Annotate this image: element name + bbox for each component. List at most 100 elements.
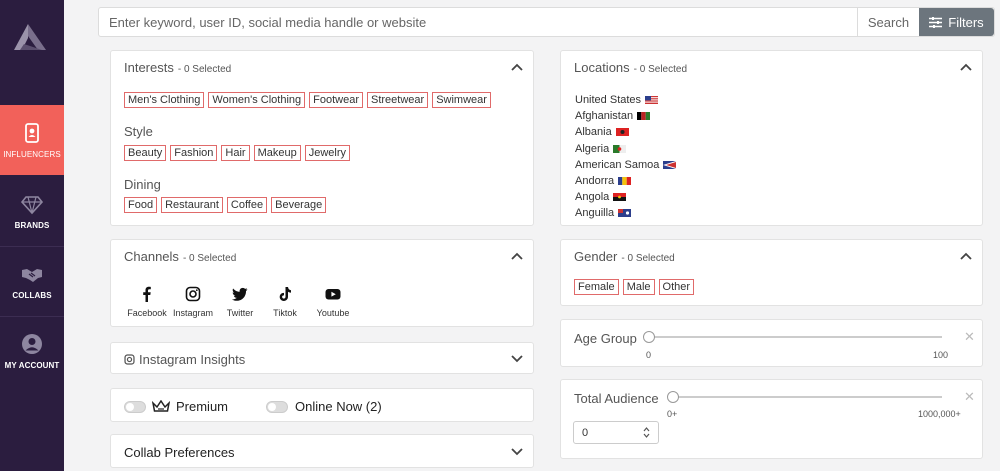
collab-preferences-card[interactable]: Collab Preferences — [110, 434, 534, 468]
filters-button-label: Filters — [948, 14, 984, 30]
tag-fashion[interactable]: Fashion — [170, 145, 218, 161]
age-group-slider-handle[interactable] — [643, 331, 655, 343]
locations-header[interactable]: Locations - 0 Selected — [574, 60, 687, 75]
channel-label: Instagram — [172, 308, 214, 318]
tiktok-icon — [279, 287, 291, 301]
tag-restaurant[interactable]: Restaurant — [161, 197, 223, 213]
location-label: Albania — [575, 126, 612, 139]
brand-logo-icon[interactable] — [14, 24, 46, 50]
channel-tiktok[interactable]: Tiktok — [264, 286, 306, 318]
location-label: Anguilla — [575, 207, 615, 220]
tag-swimwear[interactable]: Swimwear — [432, 92, 491, 108]
tag-footwear[interactable]: Footwear — [309, 92, 363, 108]
nav-brands[interactable]: BRANDS — [0, 176, 64, 246]
age-group-title: Age Group — [574, 331, 637, 346]
instagram-insights-title: Instagram Insights — [139, 352, 246, 367]
tag-male[interactable]: Male — [622, 279, 655, 295]
anguilla-flag-icon — [618, 209, 632, 218]
location-label: Afghanistan — [575, 110, 634, 123]
chevron-up-icon[interactable] — [960, 63, 972, 71]
chevron-down-icon[interactable] — [511, 448, 523, 456]
locations-title: Locations — [574, 60, 630, 75]
search-input[interactable] — [99, 8, 857, 36]
tag-makeup[interactable]: Makeup — [253, 145, 301, 161]
total-audience-clear-icon[interactable]: ✕ — [964, 389, 975, 405]
channels-header[interactable]: Channels - 0 Selected — [124, 249, 236, 264]
location-item[interactable]: Albania — [575, 124, 676, 140]
nav-my-account-label: MY ACCOUNT — [4, 360, 60, 370]
tag-hair[interactable]: Hair — [221, 145, 250, 161]
nav-collabs[interactable]: COLLABS — [0, 246, 64, 316]
dining-subtitle: Dining — [124, 177, 161, 192]
location-item[interactable]: Angola — [575, 189, 676, 205]
online-now-toggle-row[interactable]: Online Now (2) — [266, 399, 382, 414]
total-audience-slider-track[interactable] — [674, 396, 942, 398]
channel-label: Tiktok — [273, 308, 297, 318]
nav-my-account[interactable]: MY ACCOUNT — [0, 316, 64, 386]
tag-mens-clothing[interactable]: Men's Clothing — [124, 92, 205, 108]
location-item[interactable]: Andorra — [575, 173, 676, 189]
location-item[interactable]: Algeria — [575, 141, 676, 157]
nav-brands-label: BRANDS — [14, 220, 50, 230]
channel-facebook[interactable]: Facebook — [124, 286, 170, 318]
tag-womens-clothing[interactable]: Women's Clothing — [208, 92, 306, 108]
tag-female[interactable]: Female — [574, 279, 619, 295]
channel-label: Facebook — [127, 308, 167, 318]
premium-toggle-row[interactable]: Premium — [124, 399, 228, 414]
twitter-icon — [232, 287, 248, 301]
instagram-insights-card[interactable]: Instagram Insights — [110, 342, 534, 374]
gender-header[interactable]: Gender - 0 Selected — [574, 249, 675, 264]
total-audience-title: Total Audience — [574, 391, 659, 406]
chevron-up-icon[interactable] — [511, 63, 523, 71]
handshake-icon — [22, 268, 42, 282]
location-item[interactable]: American Samoa — [575, 157, 677, 173]
tag-coffee[interactable]: Coffee — [226, 197, 268, 213]
location-item[interactable]: Afghanistan — [575, 108, 676, 124]
instagram-icon — [185, 286, 201, 302]
dining-tags: Food Restaurant Coffee Beverage — [124, 197, 327, 213]
interests-header[interactable]: Interests - 0 Selected — [124, 60, 231, 75]
channel-twitter[interactable]: Twitter — [216, 286, 264, 318]
location-item[interactable]: United States — [575, 92, 676, 108]
instagram-icon — [124, 354, 135, 365]
premium-toggle[interactable] — [124, 400, 146, 413]
nav-collabs-label: COLLABS — [12, 290, 52, 300]
tag-other[interactable]: Other — [658, 279, 695, 295]
tag-streetwear[interactable]: Streetwear — [367, 92, 429, 108]
total-audience-slider-handle[interactable] — [667, 391, 679, 403]
tag-beauty[interactable]: Beauty — [124, 145, 167, 161]
total-audience-min-label: 0+ — [667, 409, 678, 419]
algeria-flag-icon — [613, 144, 627, 153]
channels-selected-count: - 0 Selected — [182, 253, 237, 264]
afghanistan-flag-icon — [637, 112, 651, 121]
online-now-toggle[interactable] — [266, 400, 288, 413]
tag-food[interactable]: Food — [124, 197, 158, 213]
location-label: Algeria — [575, 142, 610, 155]
location-item[interactable]: Anguilla — [575, 205, 676, 221]
nav-influencers[interactable]: INFLUENCERS — [0, 105, 64, 175]
tag-beverage[interactable]: Beverage — [271, 197, 327, 213]
age-group-min-label: 0 — [646, 350, 652, 360]
total-audience-input-value: 0 — [582, 426, 589, 439]
location-label: United States — [575, 94, 642, 107]
age-group-slider-track[interactable] — [649, 336, 942, 338]
chevron-up-icon[interactable] — [960, 252, 972, 260]
chevron-up-icon[interactable] — [511, 252, 523, 260]
sidebar: INFLUENCERS BRANDS COLLABS MY ACCOUNT — [0, 0, 64, 471]
locations-card: Locations - 0 Selected United States Afg… — [560, 50, 983, 226]
search-button[interactable]: Search — [857, 8, 919, 36]
us-flag-icon — [645, 96, 659, 105]
angola-flag-icon — [613, 193, 627, 202]
channel-instagram[interactable]: Instagram — [170, 286, 216, 318]
collab-preferences-title: Collab Preferences — [124, 445, 235, 460]
chevron-down-icon[interactable] — [511, 355, 523, 363]
total-audience-number-input[interactable]: 0 — [573, 421, 659, 444]
tag-jewelry[interactable]: Jewelry — [304, 145, 350, 161]
spinner-arrows-icon[interactable] — [643, 427, 650, 438]
instagram-insights-header: Instagram Insights — [124, 352, 245, 367]
channel-youtube[interactable]: Youtube — [306, 286, 360, 318]
age-group-max-label: 100 — [933, 350, 949, 360]
filters-button[interactable]: Filters — [919, 8, 994, 36]
style-tags: Beauty Fashion Hair Makeup Jewelry — [124, 145, 350, 161]
age-group-clear-icon[interactable]: ✕ — [964, 329, 975, 345]
